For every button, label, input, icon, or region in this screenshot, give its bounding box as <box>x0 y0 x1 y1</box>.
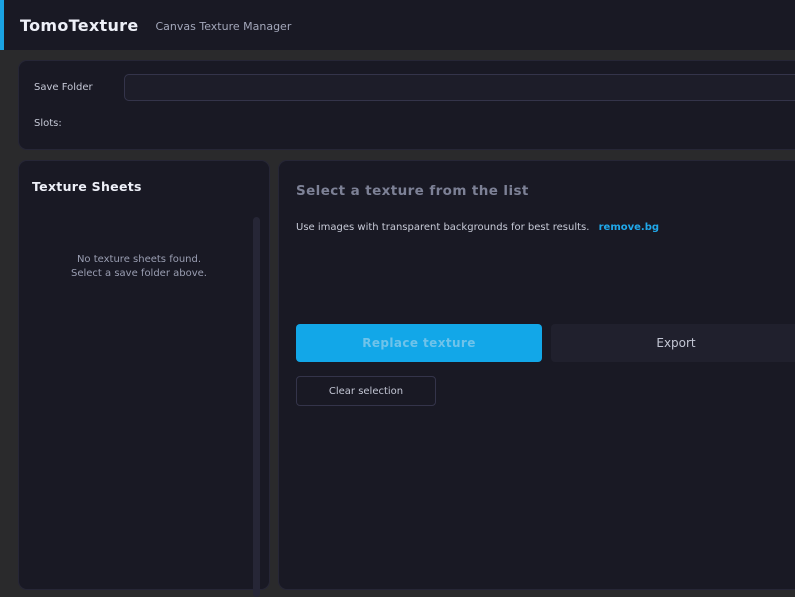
save-folder-label: Save Folder <box>34 82 93 93</box>
empty-state-message: No texture sheets found. Select a save f… <box>19 253 259 281</box>
replace-texture-button[interactable]: Replace texture <box>296 324 542 362</box>
texture-sheets-title: Texture Sheets <box>32 179 142 194</box>
slots-label: Slots: <box>34 118 62 129</box>
texture-detail-panel: Select a texture from the list Use image… <box>278 160 795 590</box>
app-subtitle: Canvas Texture Manager <box>155 20 292 33</box>
detail-title: Select a texture from the list <box>296 183 529 199</box>
texture-sheets-panel: Texture Sheets No texture sheets found. … <box>18 160 270 597</box>
save-folder-input[interactable] <box>124 74 795 101</box>
export-button[interactable]: Export <box>551 324 795 362</box>
empty-state-line-1: No texture sheets found. <box>76 254 202 265</box>
clear-selection-button[interactable]: Clear selection <box>296 376 436 406</box>
hint-text: Use images with transparent backgrounds … <box>296 222 659 233</box>
empty-state-line-2: Select a save folder above. <box>71 268 207 279</box>
app-title: TomoTexture <box>20 15 139 35</box>
settings-panel: Save Folder Slots: <box>18 60 795 150</box>
sheets-scrollbar[interactable] <box>253 217 260 597</box>
hint-message: Use images with transparent backgrounds … <box>296 222 590 233</box>
remove-bg-link[interactable]: remove.bg <box>599 222 659 233</box>
app-header: TomoTexture Canvas Texture Manager <box>0 0 795 50</box>
